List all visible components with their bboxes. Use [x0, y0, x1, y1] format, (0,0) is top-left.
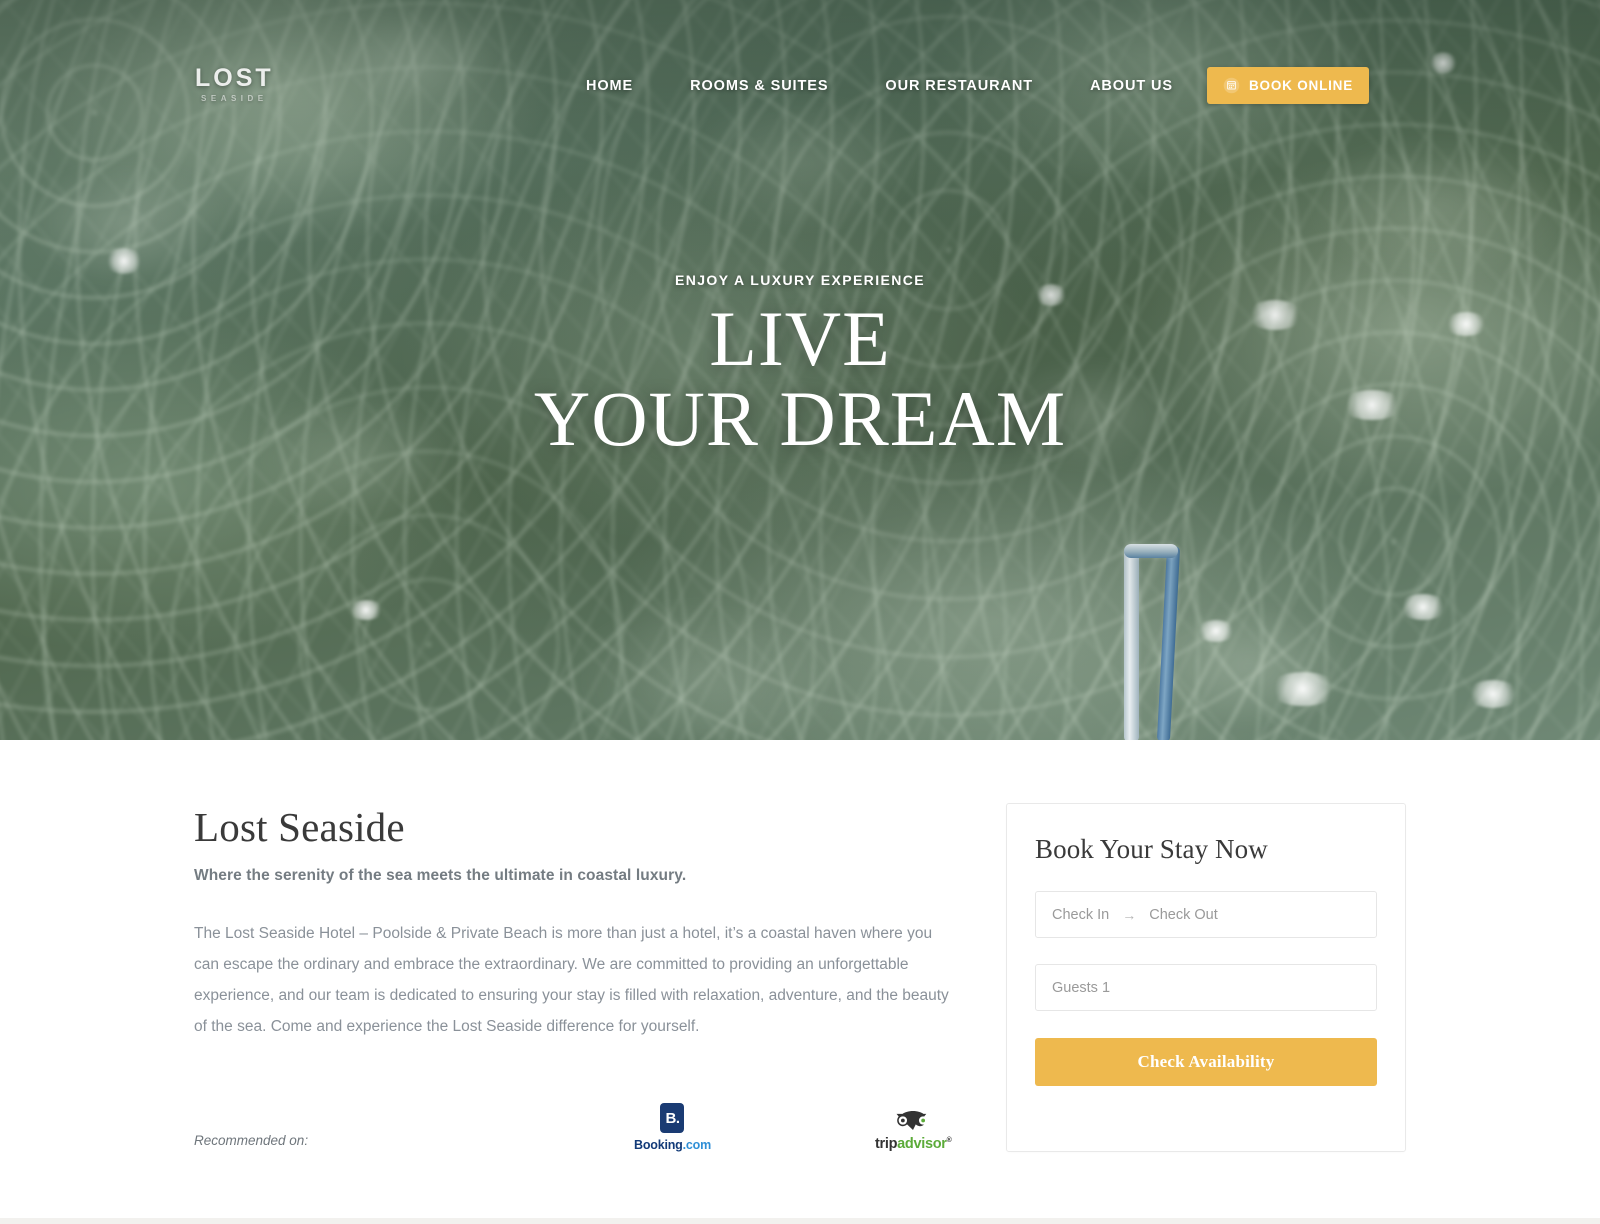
- book-online-label: BOOK ONLINE: [1248, 78, 1354, 93]
- top-navigation: LOST SEASIDE HOME ROOMS & SUITES OUR RES…: [0, 0, 1600, 168]
- guests-value: Guests 1: [1052, 979, 1111, 996]
- about-column: Lost Seaside Where the serenity of the s…: [194, 803, 954, 1152]
- recommended-on-label: Recommended on:: [194, 1133, 309, 1148]
- site-logo[interactable]: LOST SEASIDE: [195, 66, 274, 103]
- guests-field[interactable]: Guests 1: [1035, 964, 1377, 1011]
- hero-section: LOST SEASIDE HOME ROOMS & SUITES OUR RES…: [0, 0, 1600, 740]
- footer-strip: [0, 1218, 1600, 1224]
- booking-com-label: Booking.com: [634, 1138, 711, 1152]
- check-in-input[interactable]: Check In: [1052, 907, 1109, 923]
- booking-com-icon: B.: [660, 1103, 685, 1133]
- tripadvisor-badge[interactable]: tripadvisor®: [875, 1108, 952, 1152]
- nav-item-rooms-suites[interactable]: ROOMS & SUITES: [690, 74, 828, 98]
- booking-form-card: Book Your Stay Now Check In → Check Out …: [1006, 803, 1406, 1152]
- nav-item-our-restaurant[interactable]: OUR RESTAURANT: [885, 74, 1033, 98]
- logo-wordmark: LOST: [195, 64, 274, 92]
- hero-copy: ENJOY A LUXURY EXPERIENCE LIVE YOUR DREA…: [0, 272, 1600, 458]
- page-title: Lost Seaside: [194, 804, 405, 850]
- nav-item-about-us[interactable]: ABOUT US: [1090, 74, 1173, 98]
- hero-title-line-1: LIVE: [709, 295, 891, 382]
- hero-title: LIVE YOUR DREAM: [0, 299, 1600, 458]
- booking-com-badge[interactable]: B. Booking.com: [634, 1103, 711, 1152]
- calendar-icon: [1223, 77, 1240, 94]
- booking-form-title: Book Your Stay Now: [1035, 834, 1268, 864]
- tripadvisor-label: tripadvisor®: [874, 1136, 952, 1152]
- hero-title-line-2: YOUR DREAM: [533, 374, 1067, 462]
- logo-tagline: SEASIDE: [201, 94, 268, 103]
- about-subtitle: Where the serenity of the sea meets the …: [194, 867, 687, 884]
- check-availability-button[interactable]: Check Availability: [1035, 1038, 1377, 1086]
- about-section: Lost Seaside Where the serenity of the s…: [0, 740, 1600, 1224]
- about-body-text: The Lost Seaside Hotel – Poolside & Priv…: [194, 925, 949, 1035]
- date-range-field[interactable]: Check In → Check Out: [1035, 891, 1377, 938]
- book-online-button[interactable]: BOOK ONLINE: [1207, 67, 1369, 104]
- check-out-input[interactable]: Check Out: [1149, 907, 1218, 923]
- tripadvisor-owl-icon: [896, 1111, 928, 1130]
- date-arrow-icon: →: [1122, 906, 1137, 923]
- recommended-on-row: Recommended on: B. Booking.com tripadvis…: [194, 1094, 954, 1152]
- nav-item-home[interactable]: HOME: [586, 74, 633, 98]
- hero-kicker: ENJOY A LUXURY EXPERIENCE: [675, 272, 925, 288]
